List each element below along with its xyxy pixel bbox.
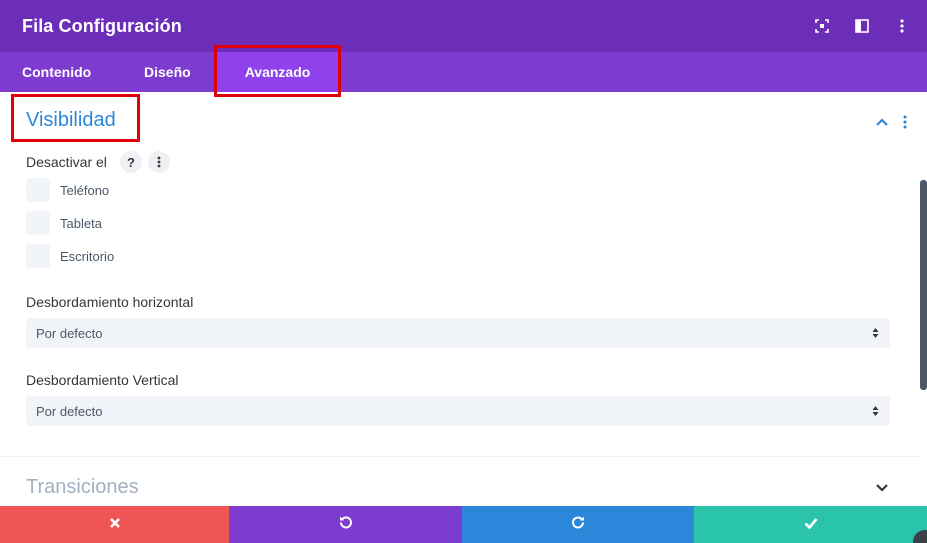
scrollbar[interactable] bbox=[920, 180, 927, 390]
section-menu-icon[interactable] bbox=[902, 114, 908, 130]
redo-button[interactable] bbox=[462, 506, 694, 543]
overflow-x-value: Por defecto bbox=[36, 325, 103, 341]
overflow-y-value: Por defecto bbox=[36, 403, 103, 419]
chevron-down-icon[interactable] bbox=[874, 480, 890, 496]
section-divider bbox=[0, 456, 920, 457]
chevron-up-icon[interactable] bbox=[874, 114, 890, 130]
select-arrows-icon bbox=[872, 326, 879, 340]
redo-icon bbox=[571, 515, 585, 534]
overflow-y-label: Desbordamiento Vertical bbox=[26, 372, 179, 388]
modal-header: Fila Configuración bbox=[0, 0, 927, 52]
settings-content: Visibilidad Desactivar el ? Teléfono Tab… bbox=[0, 92, 927, 506]
settings-tabs: Contenido Diseño Avanzado bbox=[0, 52, 927, 92]
desktop-checkbox[interactable] bbox=[26, 244, 50, 268]
tablet-label: Tableta bbox=[60, 215, 102, 231]
modal-footer bbox=[0, 506, 927, 543]
tablet-checkbox[interactable] bbox=[26, 211, 50, 235]
check-icon bbox=[804, 516, 818, 534]
save-button[interactable] bbox=[694, 506, 927, 543]
fullscreen-icon[interactable] bbox=[813, 17, 831, 35]
undo-icon bbox=[339, 515, 353, 534]
select-arrows-icon bbox=[872, 404, 879, 418]
desktop-label: Escritorio bbox=[60, 248, 115, 264]
overflow-x-select[interactable]: Por defecto bbox=[26, 318, 890, 348]
tab-diseno[interactable]: Diseño bbox=[144, 52, 191, 92]
checkbox-row-phone: Teléfono bbox=[26, 178, 109, 202]
overflow-x-label: Desbordamiento horizontal bbox=[26, 294, 194, 310]
discard-button[interactable] bbox=[0, 506, 229, 543]
more-vertical-icon[interactable] bbox=[893, 17, 911, 35]
sidebar-toggle-icon[interactable] bbox=[853, 17, 871, 35]
disable-on-label: Desactivar el bbox=[26, 154, 107, 170]
section-title-visibility[interactable]: Visibilidad bbox=[26, 109, 116, 132]
phone-checkbox[interactable] bbox=[26, 178, 50, 202]
header-actions bbox=[813, 0, 911, 52]
close-icon bbox=[109, 516, 121, 534]
phone-label: Teléfono bbox=[60, 182, 110, 198]
modal-title: Fila Configuración bbox=[22, 15, 182, 36]
tab-contenido[interactable]: Contenido bbox=[22, 52, 91, 92]
tab-avanzado[interactable]: Avanzado bbox=[217, 52, 338, 92]
undo-button[interactable] bbox=[229, 506, 462, 543]
row-settings-modal: Fila Configuración Contenido Diseño Avan… bbox=[0, 0, 927, 543]
section-title-transitions[interactable]: Transiciones bbox=[26, 476, 139, 499]
checkbox-row-desktop: Escritorio bbox=[26, 244, 114, 268]
help-icon[interactable]: ? bbox=[120, 151, 142, 173]
option-menu-icon[interactable] bbox=[148, 151, 170, 173]
overflow-y-select[interactable]: Por defecto bbox=[26, 396, 890, 426]
checkbox-row-tablet: Tableta bbox=[26, 211, 102, 235]
